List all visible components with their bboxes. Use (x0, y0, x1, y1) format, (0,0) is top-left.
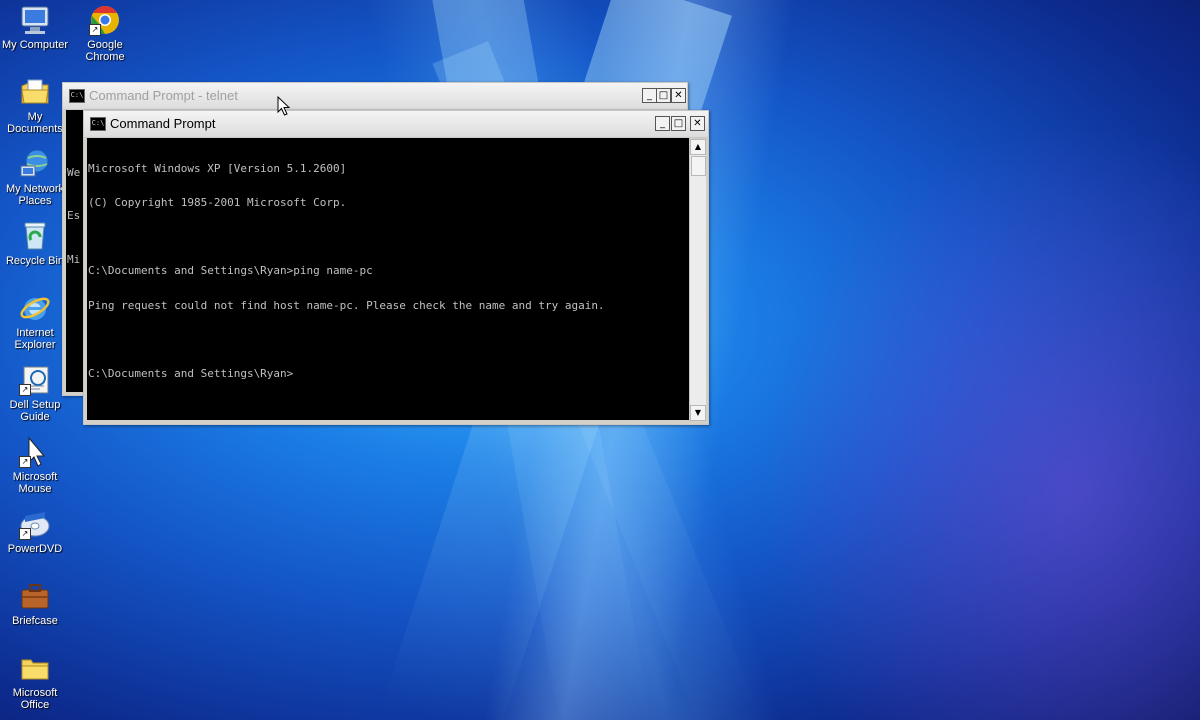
window-title: Command Prompt - telnet (89, 88, 238, 103)
desktop-icon-dell-setup-guide[interactable]: ↗ Dell Setup Guide (0, 364, 70, 423)
minimize-button[interactable]: _ (642, 88, 657, 103)
desktop-icon-label: Internet Explorer (14, 327, 56, 351)
desktop-icon-label: PowerDVD (7, 543, 63, 555)
maximize-button[interactable]: □ (671, 116, 686, 131)
console-line: Ping request could not find host name-pc… (88, 298, 605, 312)
desktop-icon-label: My Network Places (5, 183, 65, 207)
close-button[interactable]: ✕ (690, 116, 705, 131)
desktop-icon-label: Google Chrome (85, 39, 125, 63)
briefcase-icon (19, 580, 51, 612)
console-output[interactable]: Microsoft Windows XP [Version 5.1.2600] … (87, 138, 689, 420)
mouse-pointer-icon (277, 95, 291, 116)
desktop-icon-label: Dell Setup Guide (9, 399, 61, 423)
recycle-bin-icon (19, 220, 51, 252)
vertical-scrollbar[interactable]: ▲ ▼ (689, 139, 706, 421)
telnet-window-titlebar[interactable]: C:\ Command Prompt - telnet _ □ ✕ (63, 83, 687, 110)
internet-explorer-icon (19, 292, 51, 324)
dell-setup-guide-icon: ↗ (19, 364, 51, 396)
desktop-icon-my-network-places[interactable]: My Network Places (0, 148, 70, 207)
chrome-icon: ↗ (89, 4, 121, 36)
desktop-icon-label: Microsoft Mouse (12, 471, 58, 495)
command-prompt-titlebar[interactable]: C:\ Command Prompt _ □ ✕ (84, 111, 708, 138)
minimize-button[interactable]: _ (655, 116, 670, 131)
my-computer-icon (19, 4, 51, 36)
network-places-icon (19, 148, 51, 180)
desktop-icon-google-chrome[interactable]: ↗ Google Chrome (70, 4, 140, 63)
command-prompt-window[interactable]: C:\ Command Prompt _ □ ✕ Microsoft Windo… (83, 110, 709, 425)
scrollbar-thumb[interactable] (691, 156, 706, 176)
window-title: Command Prompt (110, 116, 216, 131)
desktop-icon-label: My Documents (7, 111, 63, 135)
console-prompt-line: C:\Documents and Settings\Ryan> (88, 367, 294, 381)
desktop-icon-label: Microsoft Office (12, 687, 58, 711)
microsoft-mouse-icon: ↗ (19, 436, 51, 468)
desktop-icon-powerdvd[interactable]: ↗ PowerDVD (0, 508, 70, 555)
desktop-icon-label: My Computer (1, 39, 69, 51)
desktop-icon-my-computer[interactable]: My Computer (0, 4, 70, 51)
scroll-up-arrow-icon[interactable]: ▲ (690, 139, 706, 155)
desktop-icon-my-documents[interactable]: My Documents (0, 76, 70, 135)
scroll-down-arrow-icon[interactable]: ▼ (690, 405, 706, 421)
desktop-icon-label: Briefcase (12, 615, 58, 627)
desktop[interactable]: My Computer ↗ Google Chrome My Documents… (0, 0, 1200, 720)
desktop-icon-internet-explorer[interactable]: Internet Explorer (0, 292, 70, 351)
console-line: C:\Documents and Settings\Ryan>ping name… (88, 264, 373, 278)
close-button[interactable]: ✕ (671, 88, 686, 103)
desktop-icon-microsoft-office[interactable]: Microsoft Office (0, 652, 70, 711)
console-app-icon: C:\ (90, 117, 106, 131)
desktop-icon-label: Recycle Bin (5, 255, 65, 267)
maximize-button[interactable]: □ (656, 88, 671, 103)
console-app-icon: C:\ (69, 89, 85, 103)
desktop-icon-recycle-bin[interactable]: Recycle Bin (0, 220, 70, 267)
microsoft-office-folder-icon (19, 652, 51, 684)
desktop-icon-microsoft-mouse[interactable]: ↗ Microsoft Mouse (0, 436, 70, 495)
console-line: (C) Copyright 1985-2001 Microsoft Corp. (88, 196, 347, 210)
desktop-icon-briefcase[interactable]: Briefcase (0, 580, 70, 627)
powerdvd-icon: ↗ (19, 508, 51, 540)
my-documents-icon (19, 76, 51, 108)
console-line: Microsoft Windows XP [Version 5.1.2600] (88, 161, 347, 175)
